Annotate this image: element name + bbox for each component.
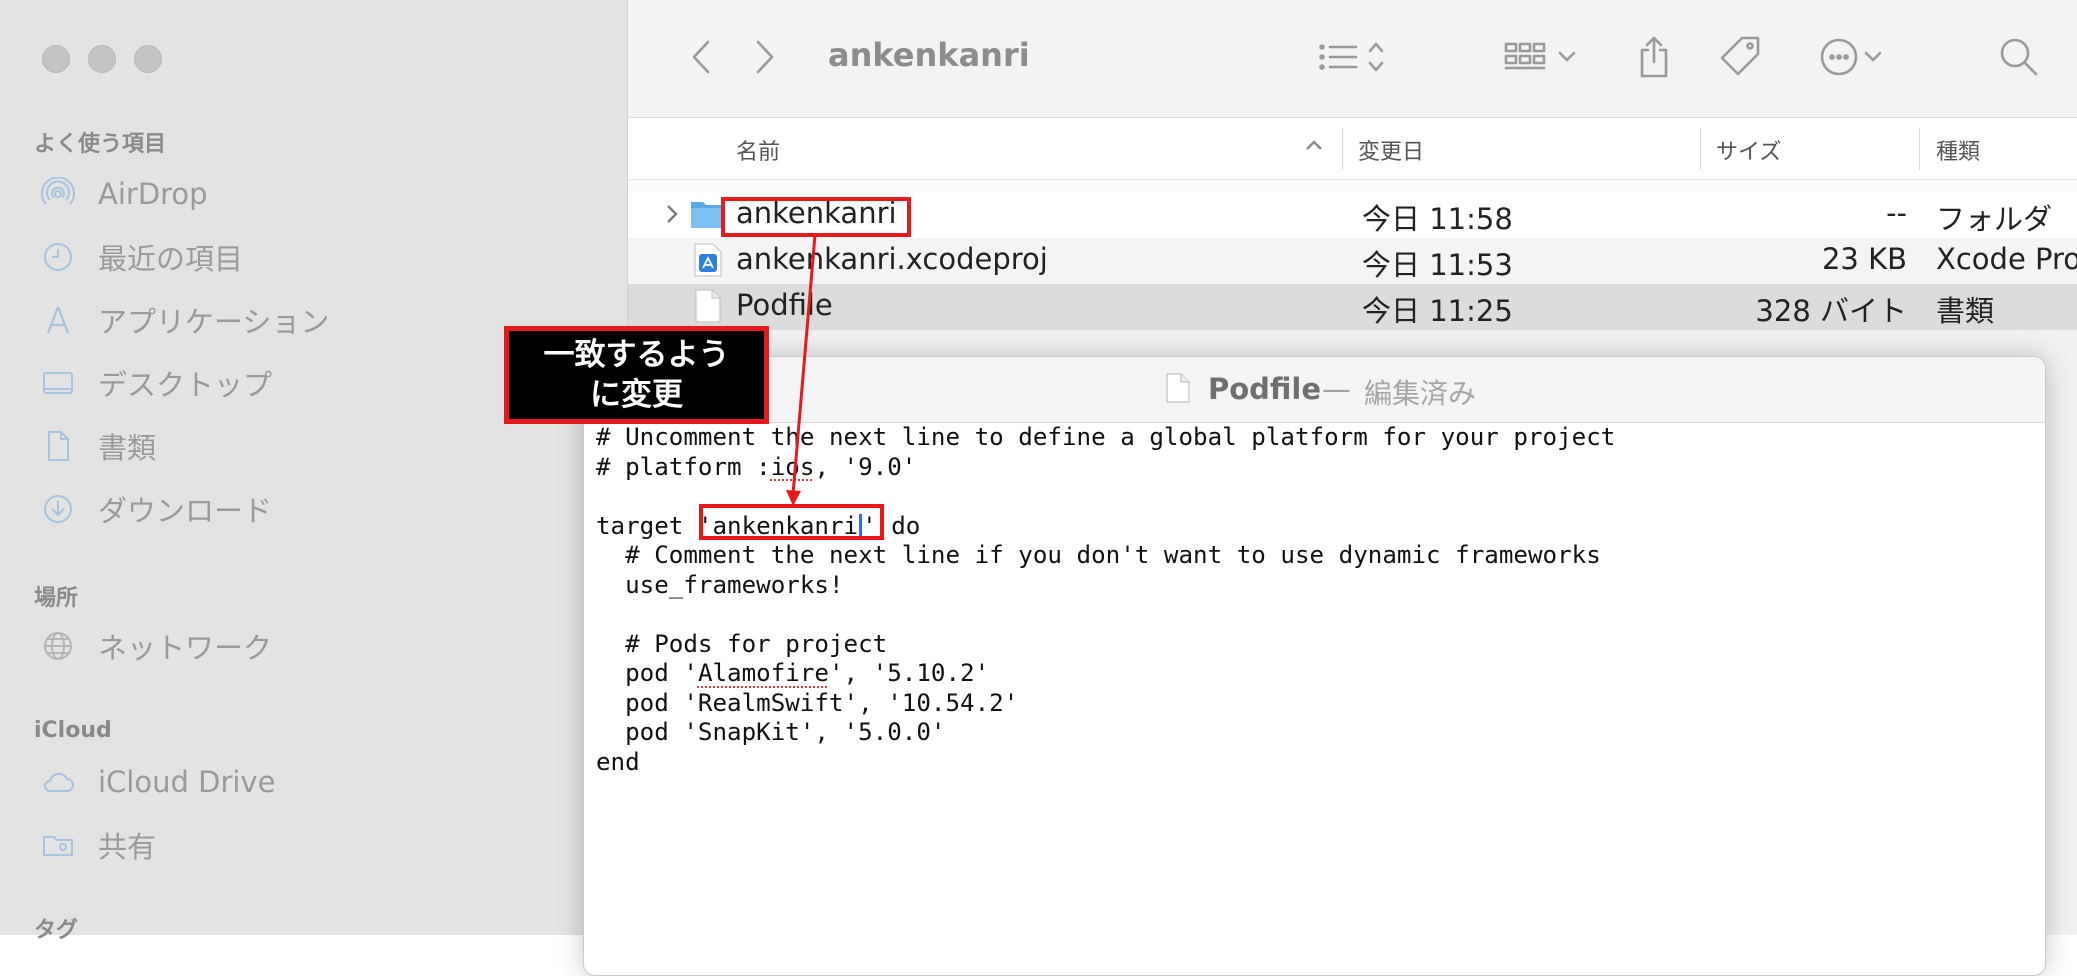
annotation-arrow [786,234,817,506]
annotation-callout: 一致するよう に変更 [504,326,769,424]
